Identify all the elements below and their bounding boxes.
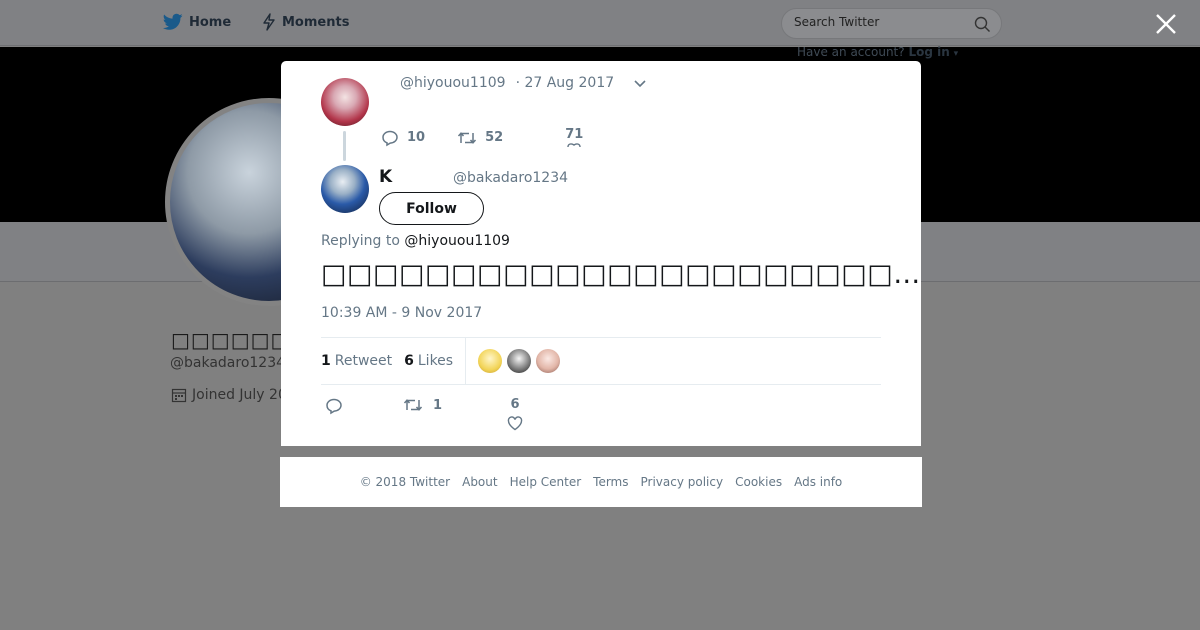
search-input[interactable] bbox=[794, 15, 964, 29]
retweet-stat-label: Retweet bbox=[334, 353, 393, 369]
likes-stat[interactable]: 6 Likes bbox=[404, 353, 453, 369]
retweet-icon bbox=[403, 399, 423, 411]
nav-moments-link[interactable]: Moments bbox=[262, 13, 349, 31]
account-prompt: Have an account? Log in ▾ bbox=[797, 45, 958, 59]
footer-help-link[interactable]: Help Center bbox=[510, 475, 582, 489]
liker-avatar[interactable] bbox=[507, 349, 532, 373]
profile-handle[interactable]: @bakadaro1234 bbox=[170, 355, 285, 371]
footer-about-link[interactable]: About bbox=[462, 475, 497, 489]
nav-home-link[interactable]: Home bbox=[163, 13, 231, 31]
footer-privacy-link[interactable]: Privacy policy bbox=[641, 475, 724, 489]
tweet-actions: 1 6 bbox=[321, 397, 881, 441]
parent-retweet-count: 52 bbox=[485, 130, 504, 145]
replying-to-mention[interactable]: @hiyouou1109 bbox=[404, 233, 510, 249]
nav-home-label: Home bbox=[189, 14, 232, 30]
retweet-button-count: 1 bbox=[433, 397, 443, 413]
footer-cookies-link[interactable]: Cookies bbox=[735, 475, 782, 489]
liker-avatars bbox=[478, 349, 561, 373]
search-box bbox=[781, 8, 1002, 39]
chevron-down-icon[interactable] bbox=[633, 79, 647, 89]
parent-tweet-handle[interactable]: @hiyouou1109 bbox=[400, 75, 506, 91]
tweet-author-avatar[interactable] bbox=[321, 165, 369, 213]
replying-to-prefix: Replying to bbox=[321, 233, 400, 249]
tweet-text: □□□□□□□□□□□□□□□□□□□□□□… bbox=[321, 259, 921, 290]
likes-stat-label: Likes bbox=[417, 353, 454, 369]
tweet-author-handle[interactable]: @bakadaro1234 bbox=[453, 170, 568, 186]
retweet-button[interactable]: 1 bbox=[403, 397, 442, 413]
tweet-timestamp[interactable]: 10:39 AM - 9 Nov 2017 bbox=[321, 305, 482, 321]
login-link[interactable]: Log in bbox=[908, 45, 949, 59]
parent-tweet-actions: 10 52 71 bbox=[381, 127, 583, 148]
like-button-count: 6 bbox=[510, 397, 520, 412]
tweet-author-name[interactable]: K bbox=[379, 167, 392, 187]
stats-divider bbox=[465, 337, 467, 385]
tweet-stats: 1 Retweet 6 Likes bbox=[321, 337, 881, 385]
account-prompt-text: Have an account? bbox=[797, 45, 905, 59]
twitter-bird-icon bbox=[163, 13, 183, 30]
calendar-icon bbox=[171, 388, 187, 403]
footer-ads-link[interactable]: Ads info bbox=[794, 475, 842, 489]
profile-joined: Joined July 20 bbox=[171, 387, 287, 403]
parent-tweet-meta: @hiyouou1109 · 27 Aug 2017 bbox=[400, 75, 614, 91]
follow-button[interactable]: Follow bbox=[379, 192, 484, 225]
nav-moments-label: Moments bbox=[282, 14, 350, 30]
heart-icon bbox=[507, 416, 523, 431]
footer-copyright: © 2018 Twitter bbox=[359, 475, 451, 489]
login-caret-icon: ▾ bbox=[953, 49, 959, 59]
tweet-modal: @hiyouou1109 · 27 Aug 2017 10 52 71 K @b… bbox=[281, 61, 921, 446]
thread-connector-line bbox=[343, 131, 346, 161]
parent-tweet-date[interactable]: · 27 Aug 2017 bbox=[516, 75, 615, 91]
footer: © 2018 Twitter About Help Center Terms P… bbox=[280, 457, 922, 507]
parent-reply-count: 10 bbox=[407, 130, 426, 145]
liker-avatar[interactable] bbox=[536, 349, 561, 373]
retweet-stat[interactable]: 1 Retweet bbox=[321, 353, 392, 369]
heart-icon bbox=[567, 143, 581, 148]
reply-icon bbox=[382, 130, 398, 146]
likes-stat-count: 6 bbox=[404, 353, 414, 369]
close-icon[interactable] bbox=[1154, 12, 1178, 36]
parent-reply-action[interactable]: 10 bbox=[381, 129, 425, 147]
retweet-icon bbox=[458, 131, 477, 144]
retweet-stat-count: 1 bbox=[321, 353, 331, 369]
like-button[interactable]: 6 bbox=[507, 397, 523, 431]
footer-terms-link[interactable]: Terms bbox=[593, 475, 628, 489]
parent-like-action[interactable]: 71 bbox=[565, 127, 583, 148]
moments-bolt-icon bbox=[263, 13, 275, 31]
liker-avatar[interactable] bbox=[478, 349, 503, 373]
reply-icon bbox=[326, 398, 342, 415]
parent-like-count: 71 bbox=[565, 127, 584, 142]
reply-button[interactable] bbox=[325, 397, 343, 419]
replying-to-line: Replying to @hiyouou1109 bbox=[321, 233, 510, 249]
parent-retweet-action[interactable]: 52 bbox=[457, 130, 503, 146]
top-navigation-bar: Home Moments bbox=[0, 0, 1200, 46]
profile-joined-text: Joined July 20 bbox=[192, 387, 287, 403]
search-icon[interactable] bbox=[974, 16, 991, 33]
parent-tweet-avatar[interactable] bbox=[321, 78, 369, 126]
